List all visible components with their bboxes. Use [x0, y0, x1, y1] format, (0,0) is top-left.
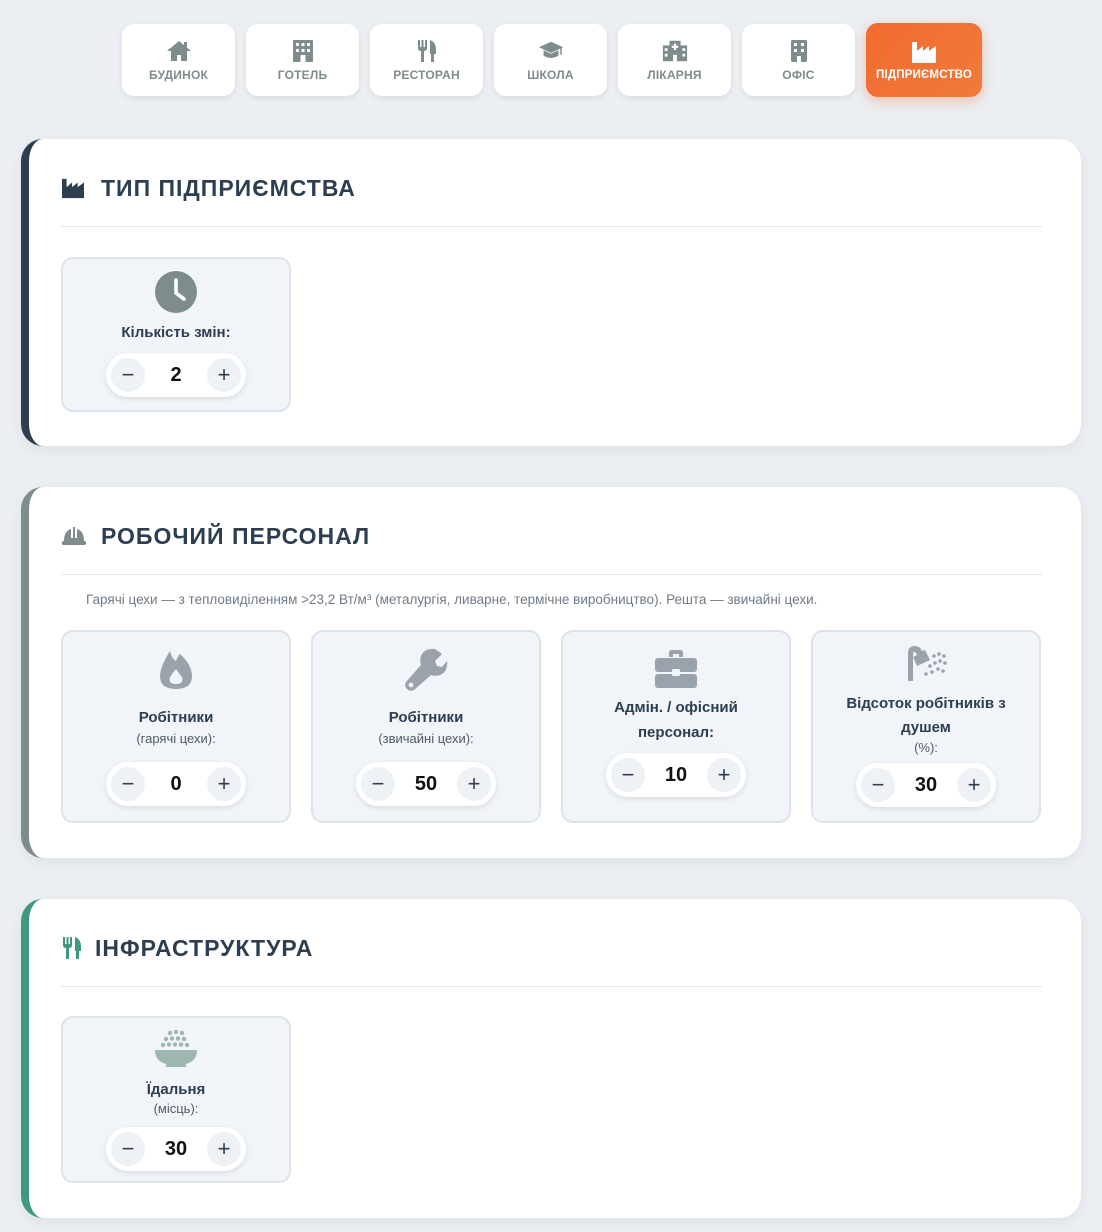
increment-button[interactable]: +: [707, 758, 741, 792]
hard-hat-icon: [61, 523, 87, 549]
tab-office-label: ОФІС: [782, 68, 815, 82]
house-icon: [166, 38, 192, 64]
shower-percent-card: Відсоток робітників з душем (%): − 30 +: [811, 630, 1041, 823]
factory-icon: [61, 175, 87, 201]
normal-workers-value[interactable]: 50: [401, 773, 451, 796]
factory-icon: [911, 39, 937, 65]
canteen-value[interactable]: 30: [151, 1138, 201, 1161]
section-title: ІНФРАСТРУКТУРА: [95, 935, 314, 961]
shifts-card: Кількість змін: − 2 +: [61, 257, 291, 412]
shower-percent-value[interactable]: 30: [901, 774, 951, 797]
clock-icon: [154, 270, 198, 314]
tab-restaurant-label: РЕСТОРАН: [393, 68, 460, 82]
decrement-button[interactable]: −: [111, 358, 145, 392]
admin-staff-label-line1: Адмін. / офісний: [614, 699, 738, 716]
utensils-icon: [61, 935, 83, 961]
utensils-icon: [414, 38, 440, 64]
increment-button[interactable]: +: [207, 1132, 241, 1166]
office-building-icon: [786, 38, 812, 64]
tab-enterprise[interactable]: ПІДПРИЄМСТВО: [866, 23, 982, 97]
admin-staff-label-line2: персонал:: [638, 724, 714, 741]
tab-school[interactable]: ШКОЛА: [494, 24, 607, 96]
shower-percent-label: Відсоток робітників з душем: [846, 692, 1005, 740]
shifts-value[interactable]: 2: [151, 364, 201, 387]
wrench-icon: [404, 648, 448, 691]
tab-hotel-label: ГОТЕЛЬ: [277, 68, 328, 82]
section-header: РОБОЧИЙ ПЕРСОНАЛ: [61, 523, 1042, 575]
increment-button[interactable]: +: [457, 767, 491, 801]
canteen-label: Їдальня: [146, 1081, 206, 1098]
decrement-button[interactable]: −: [361, 767, 395, 801]
tab-school-label: ШКОЛА: [527, 68, 574, 82]
hot-workers-sublabel: (гарячі цехи):: [136, 731, 216, 746]
section-header: ТИП ПІДПРИЄМСТВА: [61, 175, 1042, 227]
section-header: ІНФРАСТРУКТУРА: [61, 935, 1042, 987]
tab-office[interactable]: ОФІС: [742, 24, 855, 96]
decrement-button[interactable]: −: [111, 1132, 145, 1166]
shower-percent-label-line1: Відсоток робітників з: [846, 695, 1006, 712]
infrastructure-section: ІНФРАСТРУКТУРА Їдальня (місць): − 30 +: [21, 899, 1081, 1218]
graduation-cap-icon: [538, 38, 564, 64]
shower-percent-sublabel: (%):: [914, 740, 938, 755]
canteen-sublabel: (місць):: [153, 1101, 199, 1116]
hot-workers-stepper: − 0 +: [106, 762, 246, 806]
bowl-rice-icon: [154, 1029, 198, 1069]
tab-enterprise-label: ПІДПРИЄМСТВО: [875, 69, 973, 81]
admin-staff-value[interactable]: 10: [651, 764, 701, 787]
section-title: ТИП ПІДПРИЄМСТВА: [101, 175, 356, 201]
hospital-icon: [662, 38, 688, 64]
tab-hospital-label: ЛІКАРНЯ: [647, 68, 702, 82]
building-type-tabs: БУДИНОК ГОТЕЛЬ РЕСТОРАН ШКОЛА ЛІКАРНЯ ОФ…: [122, 23, 982, 97]
section-title: РОБОЧИЙ ПЕРСОНАЛ: [101, 523, 371, 549]
tab-hospital[interactable]: ЛІКАРНЯ: [618, 24, 731, 96]
canteen-stepper: − 30 +: [106, 1127, 246, 1171]
tab-hotel[interactable]: ГОТЕЛЬ: [246, 24, 359, 96]
shifts-label: Кількість змін:: [121, 324, 231, 341]
tab-house-label: БУДИНОК: [148, 68, 209, 82]
hot-workers-card: Робітники (гарячі цехи): − 0 +: [61, 630, 291, 823]
normal-workers-stepper: − 50 +: [356, 762, 496, 806]
hotel-icon: [290, 38, 316, 64]
hot-workers-value[interactable]: 0: [151, 773, 201, 796]
shower-percent-stepper: − 30 +: [856, 763, 996, 807]
decrement-button[interactable]: −: [111, 767, 145, 801]
admin-staff-card: Адмін. / офісний персонал: − 10 +: [561, 630, 791, 823]
decrement-button[interactable]: −: [611, 758, 645, 792]
shifts-stepper: − 2 +: [106, 353, 246, 397]
increment-button[interactable]: +: [957, 768, 991, 802]
tab-house[interactable]: БУДИНОК: [122, 24, 235, 96]
briefcase-icon: [654, 649, 698, 689]
shower-icon: [904, 644, 948, 682]
normal-workers-card: Робітники (звичайні цехи): − 50 +: [311, 630, 541, 823]
tab-restaurant[interactable]: РЕСТОРАН: [370, 24, 483, 96]
hot-shops-hint: Гарячі цехи — з тепловиділенням >23,2 Вт…: [86, 592, 818, 607]
increment-button[interactable]: +: [207, 767, 241, 801]
fire-icon: [158, 649, 194, 691]
hot-workers-label: Робітники: [138, 709, 214, 726]
staff-section: РОБОЧИЙ ПЕРСОНАЛ Гарячі цехи — з теплови…: [21, 487, 1081, 858]
decrement-button[interactable]: −: [861, 768, 895, 802]
admin-staff-stepper: − 10 +: [606, 753, 746, 797]
increment-button[interactable]: +: [207, 358, 241, 392]
shower-percent-label-line2: душем: [901, 719, 951, 736]
admin-staff-label: Адмін. / офісний персонал:: [614, 695, 738, 745]
enterprise-type-section: ТИП ПІДПРИЄМСТВА Кількість змін: − 2 +: [21, 139, 1081, 446]
normal-workers-sublabel: (звичайні цехи):: [378, 731, 474, 746]
canteen-card: Їдальня (місць): − 30 +: [61, 1016, 291, 1183]
normal-workers-label: Робітники: [388, 709, 464, 726]
